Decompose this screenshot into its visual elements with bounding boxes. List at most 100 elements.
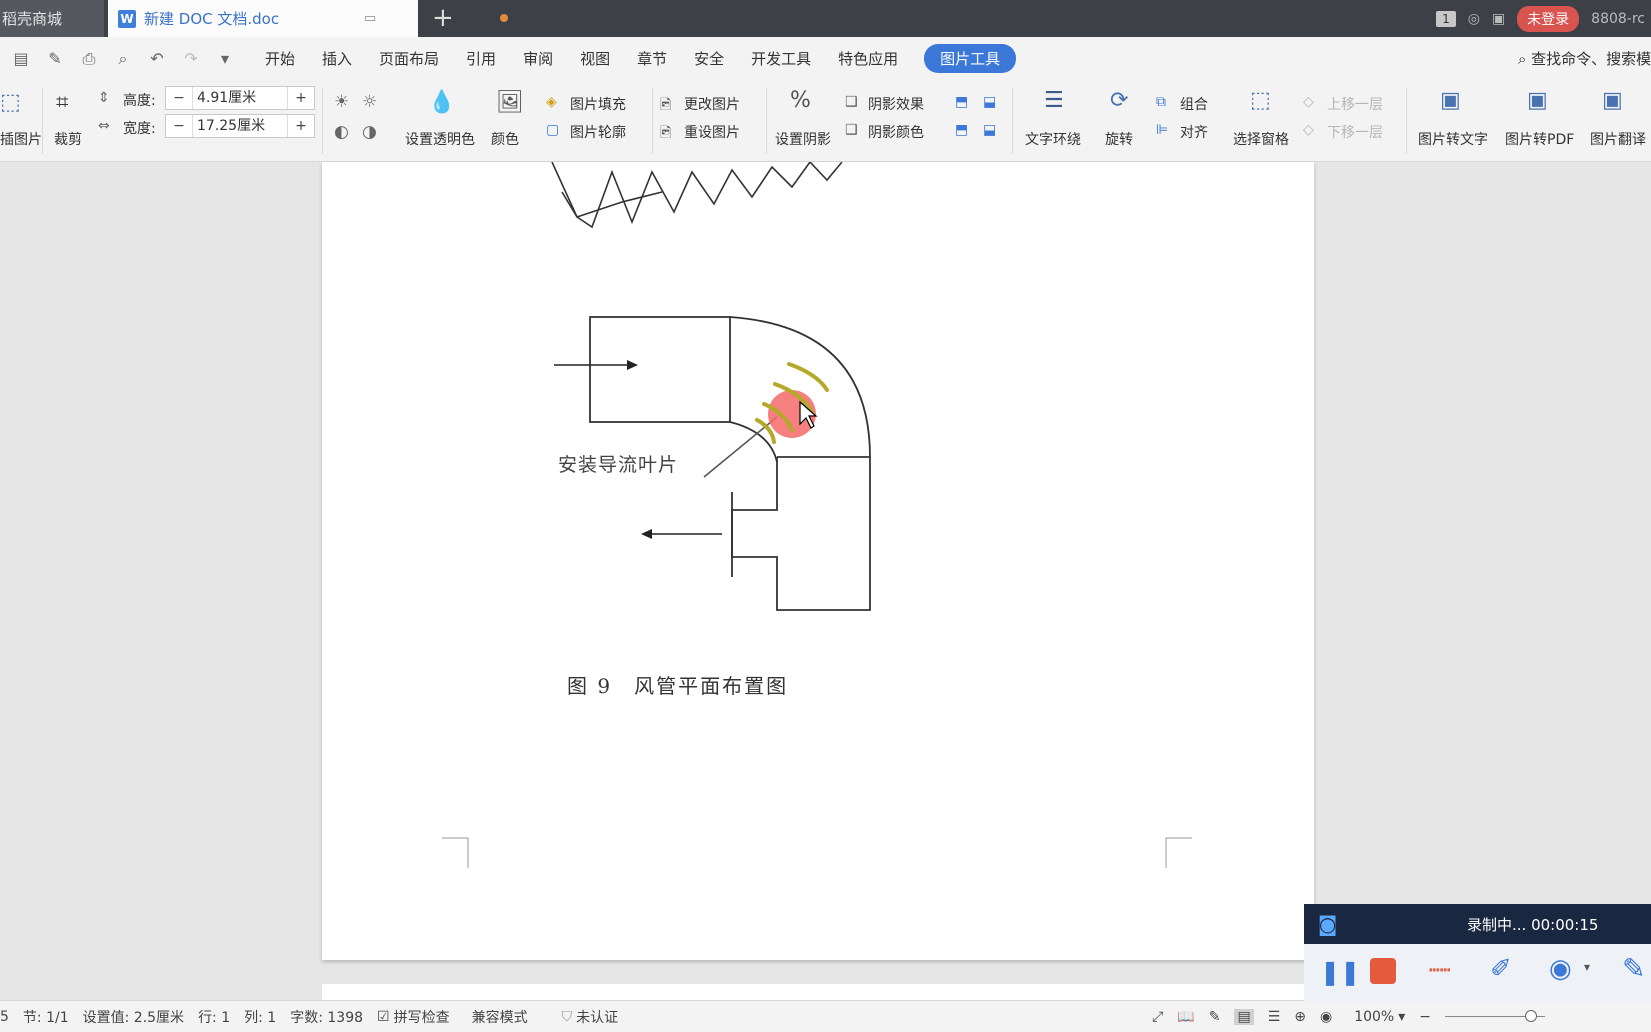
shadow-color-button[interactable]: 阴影颜色	[868, 122, 924, 142]
outline-view-icon[interactable]: ☰	[1268, 1009, 1281, 1025]
color-button[interactable]: 颜色	[491, 129, 519, 149]
selection-pane-icon[interactable]: ⬚	[1250, 88, 1271, 113]
picture-to-pdf-icon[interactable]: ▣	[1527, 88, 1548, 113]
width-field[interactable]: 17.25厘米	[192, 115, 288, 137]
pause-icon[interactable]: ❚❚	[1320, 958, 1360, 986]
brightness-down-icon[interactable]: ☼	[362, 92, 377, 112]
webcam-add-icon[interactable]: ◉	[1549, 954, 1572, 984]
menu-chapter[interactable]: 章节	[637, 48, 667, 69]
new-tab-button[interactable]: +	[432, 4, 454, 32]
rotate-icon[interactable]: ⟳	[1110, 88, 1128, 113]
picture-to-text-icon[interactable]: ▣	[1440, 88, 1461, 113]
word-count[interactable]: 字数: 1398	[290, 1007, 363, 1027]
shadow-effect-button[interactable]: 阴影效果	[868, 94, 924, 114]
edit-mode-icon[interactable]: ✎	[1209, 1009, 1221, 1025]
width-plus-button[interactable]: +	[288, 118, 314, 134]
picture-translate-icon[interactable]: ▣	[1602, 88, 1623, 113]
file-icon[interactable]: ▤	[8, 49, 34, 68]
text-wrap-button[interactable]: 文字环绕	[1025, 129, 1081, 149]
transparency-icon[interactable]: 💧	[428, 90, 455, 115]
marker-icon[interactable]: ✐	[1490, 954, 1512, 984]
menu-security[interactable]: 安全	[694, 48, 724, 69]
text-wrap-icon[interactable]: ☰	[1044, 88, 1064, 113]
webcam-dropdown-icon[interactable]: ▾	[1584, 960, 1590, 974]
redo-icon[interactable]: ↷	[178, 49, 204, 68]
print-icon[interactable]: ⎙	[76, 49, 102, 69]
nudge-left-icon[interactable]: ⬒	[955, 122, 968, 138]
duct-figure[interactable]	[322, 162, 1314, 882]
menu-picture-tools[interactable]: 图片工具	[924, 44, 1017, 73]
picture-outline-button[interactable]: 图片轮廓	[570, 122, 626, 142]
menu-page-layout[interactable]: 页面布局	[379, 48, 439, 69]
zoom-slider[interactable]	[1445, 1010, 1545, 1022]
contrast-up-icon[interactable]: ◐	[334, 122, 349, 142]
skin-icon[interactable]: ◎	[1468, 11, 1480, 27]
fullscreen-icon[interactable]: ⤢	[1152, 1009, 1163, 1025]
height-stepper[interactable]: − 4.91厘米 +	[165, 86, 315, 110]
crop-button[interactable]: 裁剪	[54, 129, 82, 149]
web-view-icon[interactable]: ⊕	[1294, 1009, 1306, 1025]
change-picture-button[interactable]: 更改图片	[684, 94, 740, 114]
zoom-dropdown-icon[interactable]: ▾	[1398, 1009, 1405, 1025]
certification-status[interactable]: 未认证	[576, 1007, 618, 1027]
set-shadow-button[interactable]: 设置阴影	[775, 129, 831, 149]
group-button[interactable]: 组合	[1180, 94, 1208, 114]
undo-icon[interactable]: ↶	[144, 49, 170, 68]
page-view-icon[interactable]: ▤	[1234, 1008, 1254, 1025]
contrast-down-icon[interactable]: ◑	[362, 122, 377, 142]
menu-features[interactable]: 特色应用	[838, 48, 898, 69]
brightness-up-icon[interactable]: ☀	[334, 92, 349, 112]
stop-icon[interactable]	[1370, 958, 1396, 984]
zoom-slider-thumb[interactable]	[1525, 1010, 1537, 1022]
reset-picture-button[interactable]: 重设图片	[684, 122, 740, 142]
spellcheck-button[interactable]: 拼写检查	[394, 1007, 450, 1027]
selection-pane-button[interactable]: 选择窗格	[1233, 129, 1289, 149]
width-stepper[interactable]: − 17.25厘米 +	[165, 114, 315, 138]
insert-picture-button[interactable]: 插图片	[0, 129, 42, 149]
line-tool-icon[interactable]: ┅┅	[1429, 960, 1451, 981]
height-plus-button[interactable]: +	[288, 90, 314, 106]
picture-to-text-button[interactable]: 图片转文字	[1418, 129, 1488, 149]
set-transparent-color-button[interactable]: 设置透明色	[405, 129, 475, 149]
reading-view-icon[interactable]: 📖	[1177, 1009, 1194, 1025]
section-info[interactable]: 节: 1/1	[23, 1007, 69, 1027]
color-icon[interactable]: 🖼	[496, 90, 524, 115]
eye-protection-icon[interactable]: ◉	[1320, 1009, 1332, 1025]
picture-to-pdf-button[interactable]: 图片转PDF	[1505, 129, 1574, 149]
window-count-badge[interactable]: 1	[1436, 10, 1456, 27]
menu-insert[interactable]: 插入	[322, 48, 352, 69]
picture-fill-button[interactable]: 图片填充	[570, 94, 626, 114]
picture-translate-button[interactable]: 图片翻译	[1590, 129, 1646, 149]
height-field[interactable]: 4.91厘米	[192, 87, 288, 109]
menu-references[interactable]: 引用	[466, 48, 496, 69]
insert-picture-icon[interactable]: ⬚	[0, 90, 21, 115]
rotate-button[interactable]: 旋转	[1105, 129, 1133, 149]
nudge-up-icon[interactable]: ⬒	[955, 94, 968, 110]
tab-document[interactable]: W 新建 DOC 文档.doc ▭	[108, 0, 508, 37]
pen-icon[interactable]: ✎	[1622, 952, 1645, 985]
bring-forward-button[interactable]: 上移一层	[1327, 94, 1383, 114]
zoom-level[interactable]: 100%	[1354, 1009, 1394, 1025]
search-command[interactable]: ⌕ 查找命令、搜索模	[1518, 48, 1651, 69]
format-painter-icon[interactable]: ✎	[42, 49, 68, 68]
wallet-icon[interactable]: ▣	[1492, 11, 1505, 27]
setting-value[interactable]: 设置值: 2.5厘米	[83, 1007, 184, 1027]
height-minus-button[interactable]: −	[166, 90, 192, 106]
align-button[interactable]: 对齐	[1180, 122, 1208, 142]
shadow-icon[interactable]: %	[790, 88, 811, 113]
menu-start[interactable]: 开始	[265, 48, 295, 69]
menu-developer[interactable]: 开发工具	[751, 48, 811, 69]
monitor-icon[interactable]: ▭	[364, 11, 376, 26]
menu-review[interactable]: 审阅	[523, 48, 553, 69]
width-minus-button[interactable]: −	[166, 118, 192, 134]
menu-view[interactable]: 视图	[580, 48, 610, 69]
print-preview-icon[interactable]: ⌕	[110, 49, 136, 69]
crop-icon[interactable]: ⌗	[56, 90, 68, 115]
compat-mode[interactable]: 兼容模式	[472, 1007, 528, 1027]
customize-icon[interactable]: ▾	[212, 49, 238, 68]
send-backward-button[interactable]: 下移一层	[1327, 122, 1383, 142]
nudge-down-icon[interactable]: ⬓	[983, 94, 996, 110]
nudge-right-icon[interactable]: ⬓	[983, 122, 996, 138]
login-button[interactable]: 未登录	[1517, 5, 1580, 32]
tab-store[interactable]: 稻壳商城	[0, 0, 104, 37]
